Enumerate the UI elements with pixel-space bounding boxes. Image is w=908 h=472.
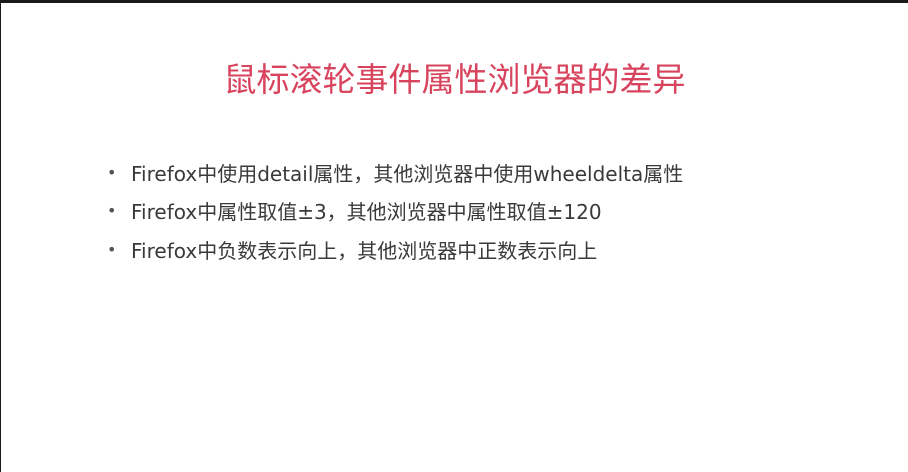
bullet-dot-icon: • bbox=[107, 239, 117, 259]
bullet-item: • Firefox中使用detail属性，其他浏览器中使用wheeldelta属性 bbox=[107, 153, 683, 192]
slide: 鼠标滚轮事件属性浏览器的差异 • Firefox中使用detail属性，其他浏览器… bbox=[1, 3, 908, 472]
slide-title: 鼠标滚轮事件属性浏览器的差异 bbox=[223, 60, 686, 99]
bullet-dot-icon: • bbox=[107, 201, 117, 221]
bullet-text: Firefox中负数表示向上，其他浏览器中正数表示向上 bbox=[131, 238, 598, 263]
bullet-text: Firefox中使用detail属性，其他浏览器中使用wheeldelta属性 bbox=[131, 161, 684, 186]
bullet-item: • Firefox中负数表示向上，其他浏览器中正数表示向上 bbox=[107, 230, 683, 269]
bullet-item: • Firefox中属性取值±3，其他浏览器中属性取值±120 bbox=[107, 192, 683, 231]
bullet-list: • Firefox中使用detail属性，其他浏览器中使用wheeldelta属性… bbox=[107, 153, 683, 269]
bullet-text: Firefox中属性取值±3，其他浏览器中属性取值±120 bbox=[131, 200, 602, 225]
bullet-dot-icon: • bbox=[107, 162, 117, 182]
